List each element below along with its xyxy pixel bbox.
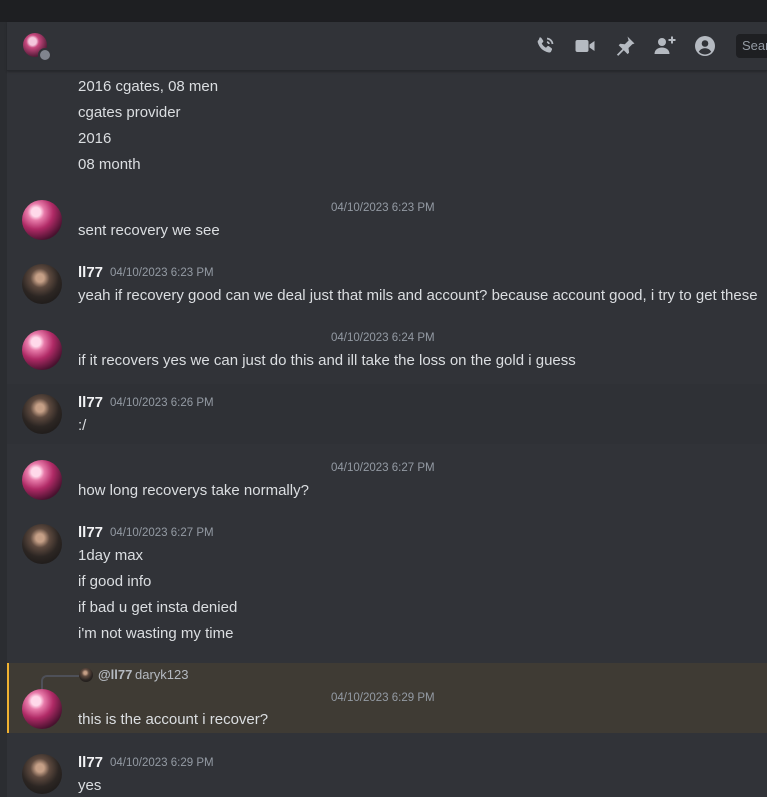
message-timestamp: 04/10/2023 6:29 PM <box>331 692 435 704</box>
message-text: if bad u get insta denied <box>78 599 238 616</box>
message-group: 04/10/2023 6:27 PM how long recoverys ta… <box>7 449 767 509</box>
message-timestamp: 04/10/2023 6:23 PM <box>110 267 214 279</box>
message-text: :/ <box>78 417 87 434</box>
message-text: i'm not wasting my time <box>78 625 234 642</box>
message-group: ll77 04/10/2023 6:23 PM yeah if recovery… <box>7 254 767 314</box>
mention-highlight-bar <box>7 663 9 733</box>
message-text: 2016 <box>78 130 112 147</box>
message-list: 2016 cgates, 08 men cgates provider 2016… <box>7 71 767 797</box>
message-text: cgates provider <box>78 104 181 121</box>
search-input[interactable]: Search <box>736 34 767 58</box>
message-group: ll77 04/10/2023 6:29 PM yes <box>7 744 767 797</box>
left-gutter <box>0 22 7 797</box>
message-text: yeah if recovery good can we deal just t… <box>78 287 758 304</box>
user-avatar[interactable] <box>22 460 62 500</box>
message-text: sent recovery we see <box>78 222 220 239</box>
message-group: ll77 04/10/2023 6:26 PM :/ <box>7 384 767 444</box>
dm-header: Search <box>7 22 767 71</box>
message-text: yes <box>78 777 102 794</box>
user-profile-icon[interactable] <box>693 34 717 58</box>
message-text: if good info <box>78 573 152 590</box>
message-text: 08 month <box>78 156 141 173</box>
video-call-icon[interactable] <box>573 34 597 58</box>
message-text: 1day max <box>78 547 144 564</box>
user-avatar[interactable] <box>22 264 62 304</box>
user-avatar[interactable] <box>22 330 62 370</box>
reply-preview-text[interactable]: daryk123 <box>135 667 188 682</box>
pinned-messages-icon[interactable] <box>613 34 637 58</box>
message-timestamp: 04/10/2023 6:24 PM <box>331 332 435 344</box>
username[interactable]: ll77 <box>78 754 103 771</box>
add-friends-to-dm-icon[interactable] <box>653 34 677 58</box>
message-timestamp: 04/10/2023 6:26 PM <box>110 397 214 409</box>
reply-avatar <box>79 668 93 682</box>
username[interactable]: ll77 <box>78 524 103 541</box>
voice-call-icon[interactable] <box>533 34 557 58</box>
user-avatar[interactable] <box>22 394 62 434</box>
message-group: 04/10/2023 6:23 PM sent recovery we see <box>7 189 767 249</box>
status-indicator <box>38 48 52 62</box>
user-avatar[interactable] <box>22 524 62 564</box>
message-timestamp: 04/10/2023 6:27 PM <box>331 462 435 474</box>
username[interactable]: ll77 <box>78 264 103 281</box>
message-timestamp: 04/10/2023 6:29 PM <box>110 757 214 769</box>
message-text: this is the account i recover? <box>78 711 269 728</box>
message-text: if it recovers yes we can just do this a… <box>78 352 576 369</box>
message-group: 04/10/2023 6:24 PM if it recovers yes we… <box>7 319 767 379</box>
window-titlebar <box>0 0 767 22</box>
username[interactable]: ll77 <box>78 394 103 411</box>
user-avatar[interactable] <box>22 200 62 240</box>
message-timestamp: 04/10/2023 6:23 PM <box>331 202 435 214</box>
message-text: how long recoverys take normally? <box>78 482 309 499</box>
message-group: ll77 04/10/2023 6:27 PM 1day max if good… <box>7 514 767 654</box>
message-timestamp: 04/10/2023 6:27 PM <box>110 527 214 539</box>
reply-mention[interactable]: @ll77 <box>98 667 132 682</box>
message-group: 2016 cgates, 08 men cgates provider 2016… <box>7 71 767 181</box>
user-avatar[interactable] <box>22 754 62 794</box>
message-text: 2016 cgates, 08 men <box>78 78 219 95</box>
message-group-reply: @ll77 daryk123 04/10/2023 6:29 PM this i… <box>7 663 767 733</box>
user-avatar[interactable] <box>22 689 62 729</box>
